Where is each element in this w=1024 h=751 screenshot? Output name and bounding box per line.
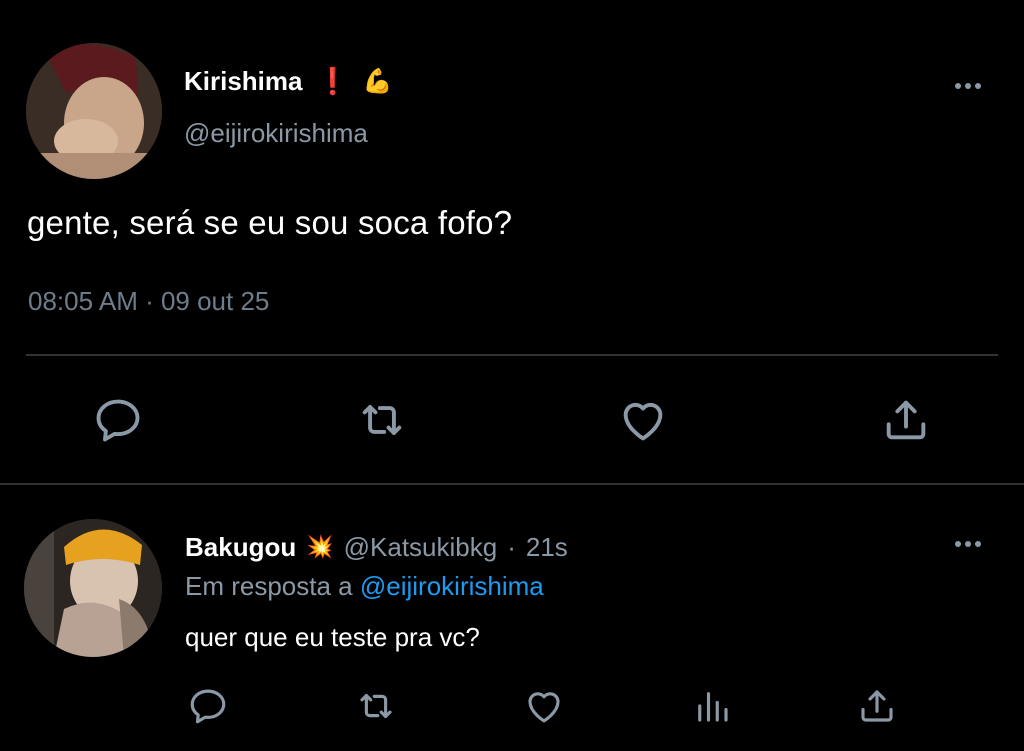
- like-icon[interactable]: [520, 682, 568, 730]
- retweet-icon[interactable]: [352, 682, 400, 730]
- author-row: Kirishima ❗ 💪: [184, 63, 393, 99]
- retweet-icon[interactable]: [354, 392, 410, 448]
- flexed-biceps-emoji: 💪: [362, 67, 393, 95]
- reply-header: Bakugou 💥 @Katsukibkg · 21s: [185, 530, 568, 564]
- divider: [26, 354, 998, 356]
- like-icon[interactable]: [615, 392, 671, 448]
- in-reply-to-label: Em resposta a: [185, 571, 353, 601]
- more-options-icon[interactable]: [948, 534, 988, 554]
- section-divider: [0, 483, 1024, 485]
- username[interactable]: @eijirokirishima: [184, 118, 368, 149]
- reply-time[interactable]: 21s: [526, 532, 568, 563]
- in-reply-to: Em resposta a @eijirokirishima: [185, 571, 544, 602]
- reply-text: quer que eu teste pra vc?: [185, 622, 480, 652]
- reply-avatar[interactable]: [24, 519, 162, 657]
- tweet-detail-page: Kirishima ❗ 💪 @eijirokirishima gente, se…: [0, 0, 1024, 751]
- reply-icon[interactable]: [90, 392, 146, 448]
- reply-display-name[interactable]: Bakugou: [185, 532, 296, 563]
- exclamation-emoji: ❗: [316, 66, 349, 96]
- more-options-icon[interactable]: [948, 76, 988, 96]
- collision-emoji: 💥: [306, 534, 334, 559]
- separator-dot: ·: [507, 531, 516, 562]
- avatar-photo: [26, 43, 162, 179]
- analytics-icon[interactable]: [688, 682, 736, 730]
- share-icon[interactable]: [878, 392, 934, 448]
- display-name[interactable]: Kirishima: [184, 66, 303, 97]
- share-icon[interactable]: [853, 682, 901, 730]
- avatar[interactable]: [26, 43, 162, 179]
- avatar-photo: [24, 519, 162, 657]
- mention-link[interactable]: @eijirokirishima: [360, 571, 544, 601]
- tweet-timestamp[interactable]: 08:05 AM · 09 out 25: [28, 286, 269, 317]
- reply-icon[interactable]: [184, 682, 232, 730]
- tweet-text: gente, será se eu sou soca fofo?: [27, 204, 513, 241]
- reply-username[interactable]: @Katsukibkg: [344, 532, 498, 563]
